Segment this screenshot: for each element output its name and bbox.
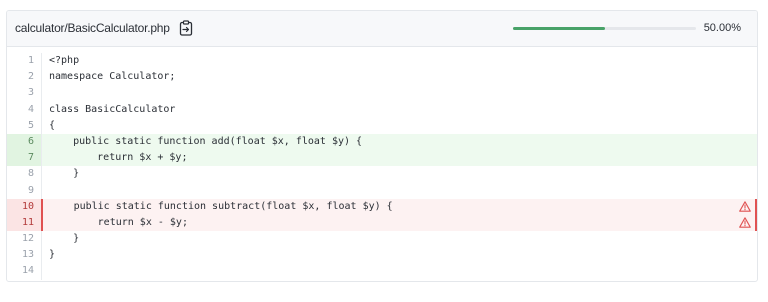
code-line: 6 public static function add(float $x, f…: [7, 133, 757, 151]
line-number[interactable]: 13: [7, 247, 41, 263]
code-text: class BasicCalculator: [49, 103, 176, 115]
code-text: public static function subtract(float $x…: [49, 200, 393, 212]
code-line: 4 class BasicCalculator: [7, 101, 757, 118]
line-number[interactable]: 9: [7, 183, 41, 199]
code-line: 14: [7, 263, 757, 280]
code-text: {: [49, 119, 56, 131]
line-number[interactable]: 1: [7, 53, 41, 69]
code-line: 7 return $x + $y;: [7, 150, 757, 167]
code-line: 5{: [7, 117, 757, 134]
code-line: 9: [7, 182, 757, 199]
code-text: }: [49, 249, 56, 261]
code-text: public static function add(float $x, flo…: [49, 135, 363, 147]
code-text: namespace Calculator;: [49, 71, 176, 83]
code-line: 13}: [7, 247, 757, 264]
code-line: 8 }: [7, 166, 757, 183]
code-text: }: [49, 233, 80, 245]
code-text: }: [49, 168, 80, 180]
line-number[interactable]: 14: [7, 263, 41, 279]
line-number[interactable]: 10: [7, 198, 41, 215]
coverage-file-panel: calculator/BasicCalculator.php 50.00% 1 <…: [6, 10, 758, 282]
line-number[interactable]: 11: [7, 214, 41, 232]
line-number[interactable]: 6: [7, 133, 41, 151]
line-number[interactable]: 8: [7, 166, 41, 182]
code-line: 2 namespace Calculator;: [7, 69, 757, 86]
coverage-progress-bar: [513, 27, 696, 30]
file-path: calculator/BasicCalculator.php: [15, 21, 170, 35]
code-line: 12 }: [7, 231, 757, 248]
code-text: return $x + $y;: [49, 152, 188, 164]
line-number[interactable]: 5: [7, 118, 41, 134]
line-number[interactable]: 7: [7, 150, 41, 167]
warning-icon[interactable]: [739, 217, 751, 228]
file-header: calculator/BasicCalculator.php 50.00%: [7, 11, 757, 47]
warning-icon[interactable]: [739, 200, 751, 212]
code-line: 1 <?php: [7, 53, 757, 70]
coverage-progress-fill: [513, 27, 605, 30]
code-text: return $x - $y;: [49, 216, 188, 228]
code-line: 11 return $x - $y;: [7, 214, 757, 232]
line-number[interactable]: 12: [7, 231, 41, 247]
line-number[interactable]: 3: [7, 85, 41, 101]
code-text: <?php: [49, 55, 80, 66]
line-number[interactable]: 4: [7, 102, 41, 118]
clipboard-copy-icon[interactable]: [179, 20, 193, 36]
code-line: 10 public static function subtract(float…: [7, 198, 757, 216]
coverage-percent: 50.00%: [703, 22, 741, 34]
code-line: 3: [7, 85, 757, 102]
code-view: 1 <?php 2 namespace Calculator; 3 4 class Basi…: [7, 47, 757, 280]
line-number[interactable]: 2: [7, 69, 41, 85]
